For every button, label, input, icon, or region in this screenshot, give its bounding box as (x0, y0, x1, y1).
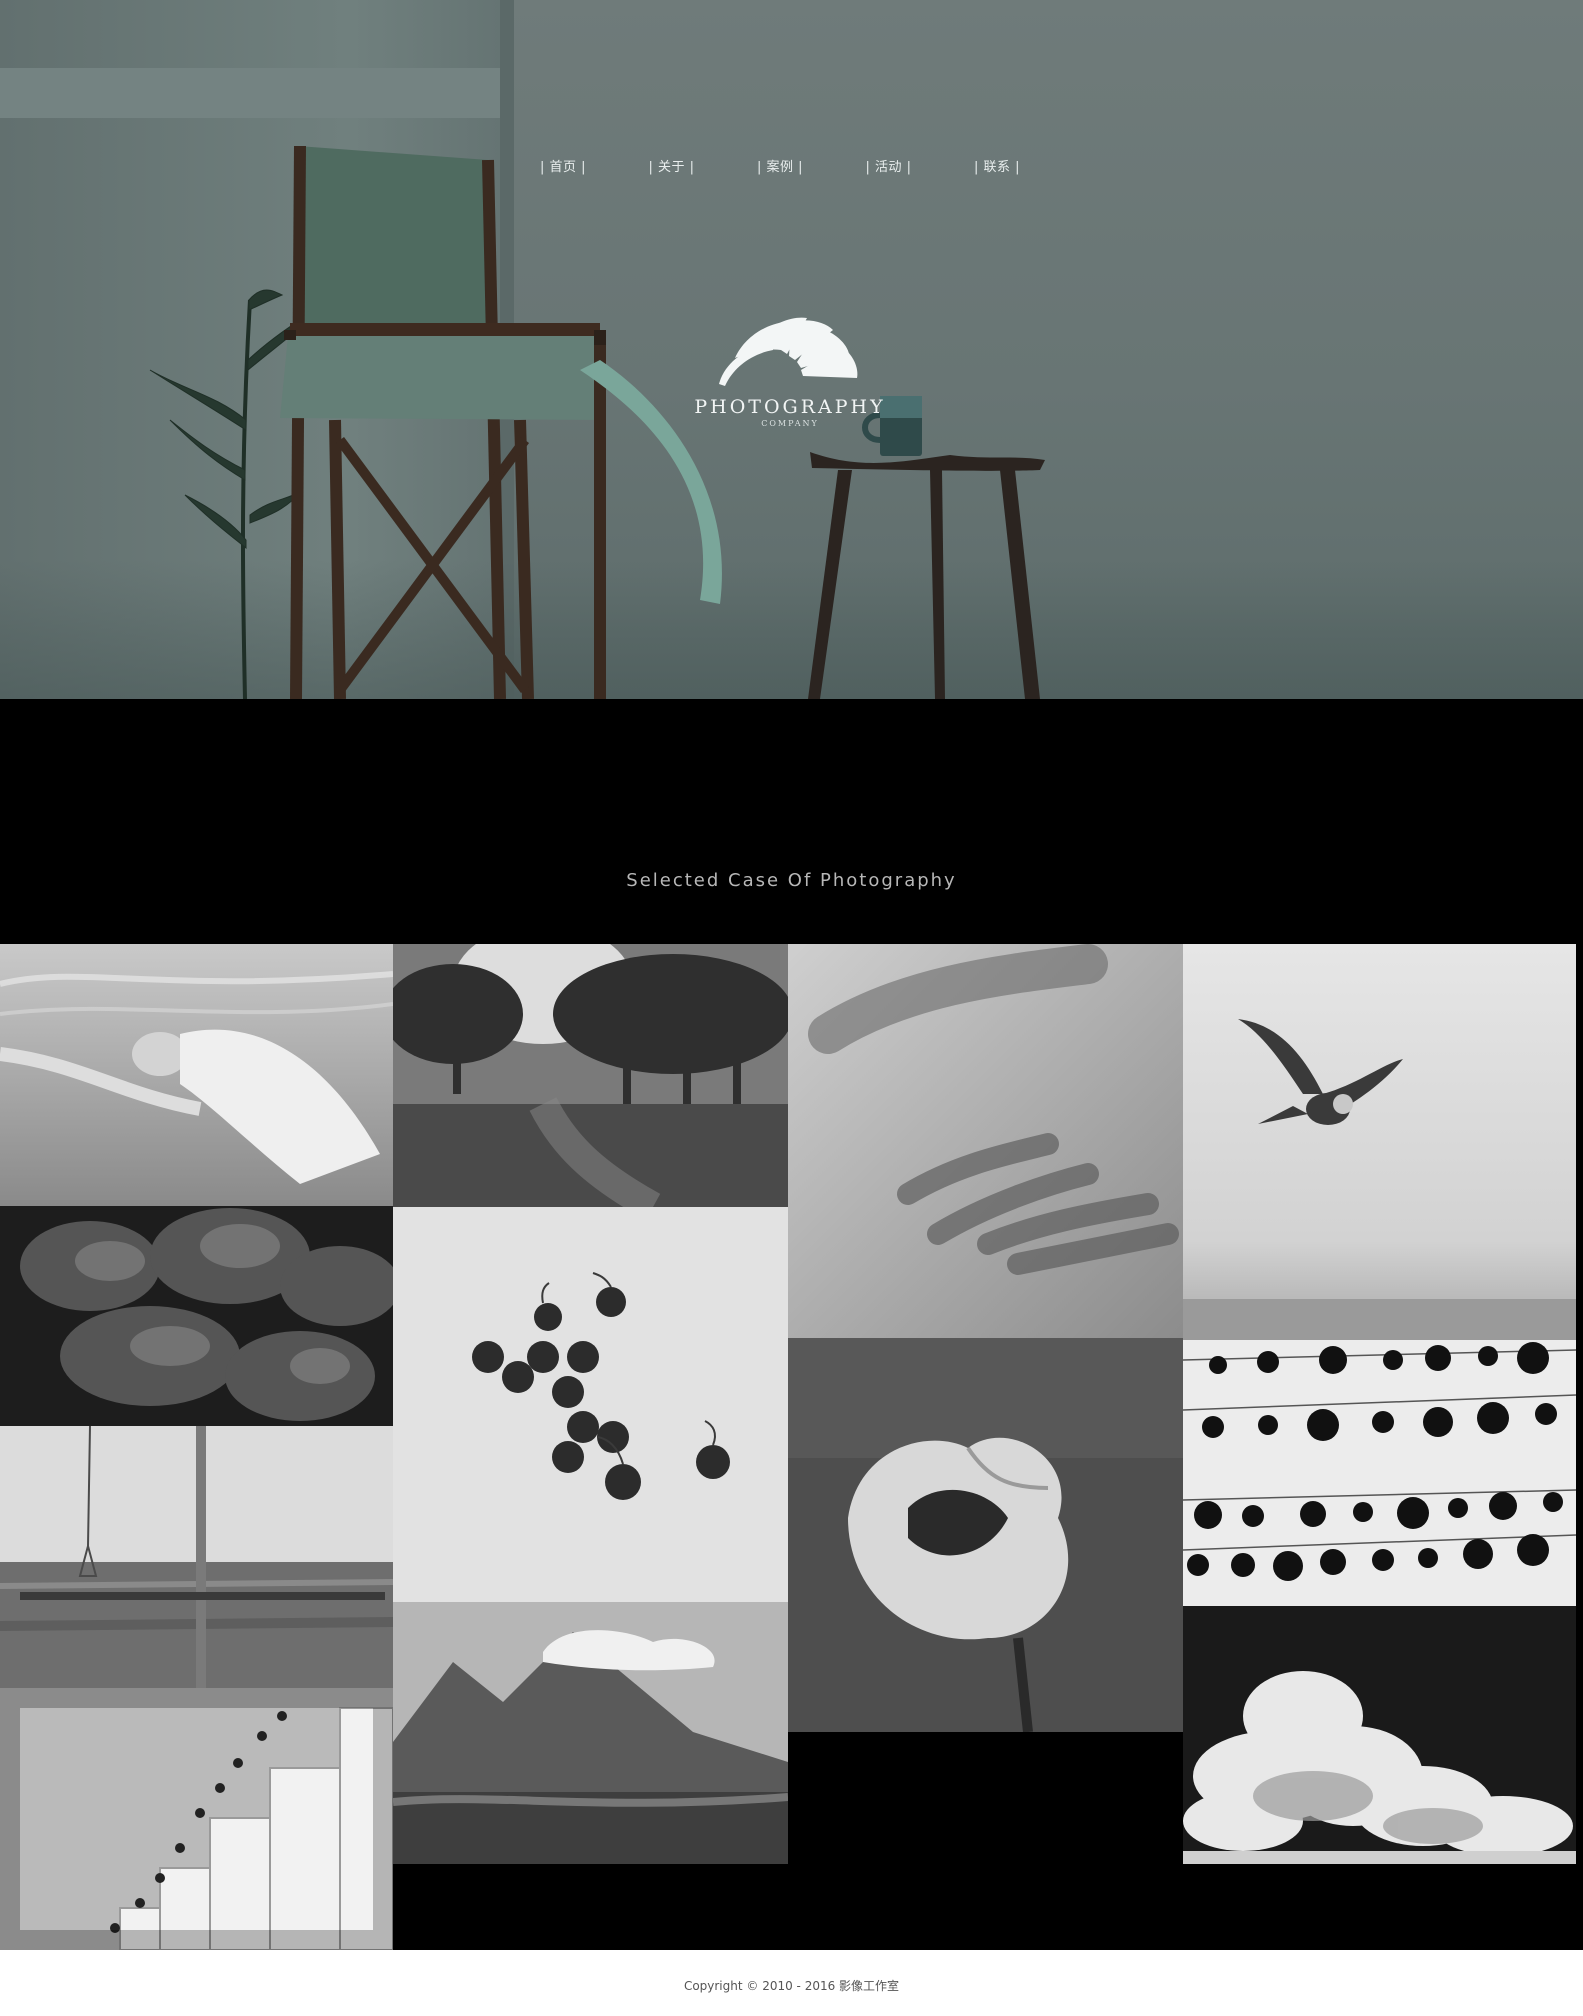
copyright-text: Copyright © 2010 - 2016 影像工作室 (683, 1979, 900, 1993)
logo-wordmark: PHOTOGRAPHY (694, 396, 886, 418)
underwater-woman-photo (0, 944, 393, 1206)
hero-banner: | 首页 | | 关于 | | 案例 | | 活动 | | 联系 | PHOTO… (0, 0, 1583, 699)
seaside-pole-photo (0, 1426, 393, 1688)
case-volcano[interactable] (393, 1602, 788, 1864)
case-seaside-pole[interactable] (0, 1426, 393, 1688)
case-clouds[interactable] (1183, 1606, 1576, 1864)
tree-park-photo (393, 944, 788, 1207)
case-underwater-woman[interactable] (0, 944, 393, 1206)
hanging-beads-photo (1183, 1340, 1576, 1606)
nav-item-home[interactable]: | 首页 | (540, 156, 586, 176)
logo-subtitle: COMPANY (761, 419, 819, 428)
poppy-flower-photo (788, 1338, 1183, 1732)
main-nav: | 首页 | | 关于 | | 案例 | | 活动 | | 联系 | (540, 156, 1020, 176)
case-cherries[interactable] (393, 1207, 788, 1602)
shell-fan-icon (719, 317, 858, 386)
nav-item-cases[interactable]: | 案例 | (757, 156, 803, 176)
page-footer: Copyright © 2010 - 2016 影像工作室 (0, 1950, 1583, 2016)
dried-roses-photo (0, 1206, 393, 1426)
hand-shadow-photo (788, 944, 1183, 1338)
case-dried-roses[interactable] (0, 1206, 393, 1426)
nav-item-contact[interactable]: | 联系 | (974, 156, 1020, 176)
volcano-photo (393, 1602, 788, 1864)
case-poppy-flower[interactable] (788, 1338, 1183, 1732)
flying-owl-photo (1183, 944, 1576, 1340)
case-hand-shadow[interactable] (788, 944, 1183, 1338)
cases-section-title: Selected Case Of Photography (626, 870, 957, 891)
case-flying-owl[interactable] (1183, 944, 1576, 1340)
case-silos[interactable] (0, 1688, 393, 1950)
cherries-photo (393, 1207, 788, 1602)
case-gallery (0, 944, 1583, 1950)
silos-photo (0, 1688, 393, 1950)
nav-item-about[interactable]: | 关于 | (648, 156, 694, 176)
stool-illustration (808, 452, 1045, 699)
clouds-photo (1183, 1606, 1576, 1864)
brand-logo[interactable]: PHOTOGRAPHY COMPANY (690, 314, 890, 449)
case-tree-park[interactable] (393, 944, 788, 1207)
director-chair-illustration (280, 145, 722, 699)
case-hanging-beads[interactable] (1183, 1340, 1576, 1606)
nav-item-events[interactable]: | 活动 | (865, 156, 911, 176)
